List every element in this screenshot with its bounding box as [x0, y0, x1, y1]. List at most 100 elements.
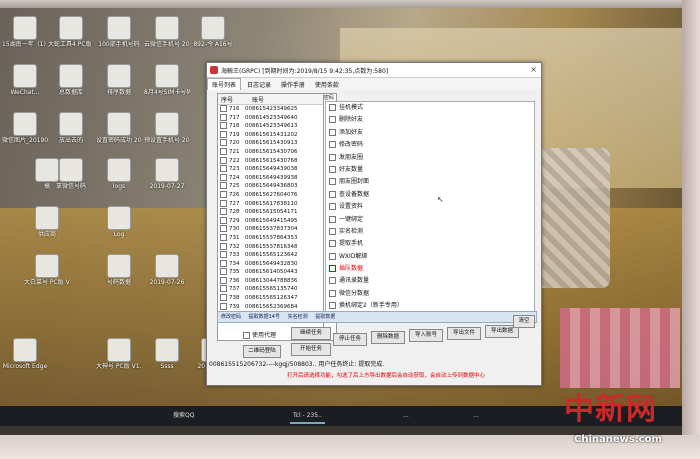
checkbox-icon[interactable]: [329, 128, 336, 136]
checkbox-icon[interactable]: [329, 265, 336, 273]
function-option[interactable]: 发朋友圈: [326, 152, 534, 164]
desktop-icon[interactable]: 号码数据: [96, 254, 142, 286]
table-row[interactable]: 725 008615649436803: [218, 182, 324, 191]
table-row[interactable]: 717 008614523349640: [218, 113, 324, 123]
table-row[interactable]: 722 008615615430768: [218, 156, 324, 166]
stop-task-button[interactable]: 停止任务: [333, 333, 367, 346]
function-option[interactable]: 删除好友: [326, 114, 534, 126]
table-row[interactable]: 734 008615649432830: [218, 259, 324, 269]
table-row[interactable]: 739 008615652369684: [218, 302, 324, 312]
clear-button[interactable]: 清空: [513, 315, 535, 328]
desktop-icon[interactable]: 排序数据: [96, 64, 142, 96]
table-row[interactable]: 735 008615614050443: [218, 268, 324, 277]
continue-task-button[interactable]: 继续任务: [291, 327, 331, 340]
checkbox-icon[interactable]: [220, 208, 227, 216]
checkbox-icon[interactable]: [329, 227, 336, 235]
tab-terms[interactable]: 使用条款: [311, 79, 343, 90]
function-option[interactable]: 插队数据: [326, 263, 534, 275]
desktop-icon[interactable]: 设置密码成功 2019-07-26: [96, 112, 142, 144]
checkbox-icon[interactable]: [220, 216, 227, 224]
desktop-icon[interactable]: 2019-07-26: [144, 254, 190, 286]
checkbox-icon[interactable]: [220, 147, 227, 155]
desktop-icon[interactable]: Log: [96, 206, 142, 238]
desktop-icon[interactable]: 892-今 A16号: [190, 16, 236, 48]
checkbox-icon[interactable]: [329, 277, 336, 285]
checkbox-icon[interactable]: [220, 173, 227, 181]
table-row[interactable]: 731 008615537864353: [218, 233, 324, 243]
function-list[interactable]: 挂机模式 删除好友 添加好友 修改密码 发朋友圈 好友数量 朋友圈封面 查设备数据 设置资料 一键…: [325, 101, 535, 315]
checkbox-icon[interactable]: [329, 289, 336, 297]
checkbox-icon[interactable]: [220, 130, 227, 138]
function-option[interactable]: 查设备数据: [326, 189, 534, 201]
checkbox-icon[interactable]: [220, 113, 227, 121]
desktop-icon[interactable]: WeChat...: [2, 64, 48, 96]
table-row[interactable]: 724 008615649439938: [218, 173, 324, 183]
function-option[interactable]: 好友数量: [326, 164, 534, 176]
checkbox-icon[interactable]: [329, 104, 336, 111]
checkbox-icon[interactable]: [220, 165, 227, 173]
desktop-icon[interactable]: 大白菜号 PC版 V1.7.2: [24, 254, 70, 286]
table-row[interactable]: 738 008615565126347: [218, 294, 324, 303]
checkbox-icon[interactable]: [220, 199, 227, 207]
checkbox-icon[interactable]: [220, 259, 227, 267]
checkbox-icon[interactable]: [220, 139, 227, 147]
close-icon[interactable]: ×: [530, 65, 537, 74]
table-row[interactable]: 729 008615649415495: [218, 216, 324, 226]
tab-log[interactable]: 日志记录: [243, 79, 275, 90]
desktop-icon[interactable]: 供应商: [24, 206, 70, 238]
table-row[interactable]: 718 008614523349613: [218, 122, 324, 131]
table-row[interactable]: 721 008615615430706: [218, 147, 324, 157]
checkbox-icon[interactable]: [329, 165, 336, 173]
checkbox-icon[interactable]: [329, 153, 336, 161]
account-list[interactable]: 序号 账号 716 008615423349625 717 0086145233496…: [217, 93, 325, 341]
tab-manual[interactable]: 操作手册: [277, 79, 309, 90]
desktop-icon[interactable]: 15湖南一年（1）: [2, 16, 48, 48]
table-row[interactable]: 733 008615565123642: [218, 251, 324, 260]
checkbox-icon[interactable]: [220, 294, 227, 302]
desktop-icon[interactable]: 微信图片_2019072...: [2, 112, 48, 144]
start-task-button[interactable]: 开始任务: [291, 343, 331, 356]
checkbox-icon[interactable]: [220, 105, 227, 112]
table-row[interactable]: 732 008615537816348: [218, 242, 324, 252]
checkbox-icon[interactable]: [220, 156, 227, 164]
desktop-icon[interactable]: 总数据库: [48, 64, 94, 96]
checkbox-icon[interactable]: [220, 242, 227, 250]
checkbox-icon[interactable]: [329, 203, 336, 211]
checkbox-icon[interactable]: [220, 251, 227, 259]
export-file-button[interactable]: 导出文件: [447, 327, 481, 340]
function-option[interactable]: 添加好友: [326, 127, 534, 139]
checkbox-icon[interactable]: [329, 141, 336, 149]
checkbox-icon[interactable]: [329, 302, 336, 310]
function-option[interactable]: 通讯录数量: [326, 275, 534, 287]
desktop-icon[interactable]: 大神号 PC版 V1.7.2: [96, 338, 142, 370]
checkbox-icon[interactable]: [220, 233, 227, 241]
checkbox-icon[interactable]: [329, 178, 336, 186]
checkbox-icon[interactable]: [329, 215, 336, 223]
checkbox-icon[interactable]: [329, 252, 336, 260]
desktop-icon[interactable]: 大蛇工具4 PC版 V1.7.2: [48, 16, 94, 48]
checkbox-icon[interactable]: [220, 268, 227, 276]
table-row[interactable]: 719 008615615431202: [218, 130, 324, 140]
desktop-icon[interactable]: 8月4号SIM卡号码: [144, 64, 190, 96]
table-row[interactable]: 727 008615617838110: [218, 199, 324, 209]
checkbox-icon[interactable]: [220, 276, 227, 284]
checkbox-icon[interactable]: [220, 190, 227, 198]
checkbox-icon[interactable]: [329, 240, 336, 248]
desktop-icon[interactable]: Microsoft Edge: [2, 338, 48, 370]
app-window[interactable]: 海鲸王(GRPC) [到期时间为:2019/8/15 9:42:35,点数为:5…: [206, 62, 542, 386]
taskbar-item[interactable]: Tcl - 235..: [290, 410, 325, 424]
qr-login-button[interactable]: 二维码登陆: [243, 345, 281, 358]
desktop-icon[interactable]: 2019-07-27: [144, 158, 190, 190]
function-option[interactable]: 挂机模式: [326, 102, 534, 114]
table-row[interactable]: 736 008613044788836: [218, 276, 324, 286]
function-option[interactable]: WXID解绑: [326, 251, 534, 263]
desktop-icon[interactable]: 云微信手机号 2019-07-: [144, 16, 190, 48]
window-titlebar[interactable]: 海鲸王(GRPC) [到期时间为:2019/8/15 9:42:35,点数为:5…: [207, 63, 541, 78]
checkbox-icon[interactable]: [220, 285, 227, 293]
table-row[interactable]: 730 008615537837304: [218, 225, 324, 234]
delete-data-button[interactable]: 删除数据: [371, 331, 405, 344]
desktop-icon[interactable]: logs: [96, 158, 142, 190]
checkbox-icon[interactable]: [329, 116, 336, 124]
import-account-button[interactable]: 导入账号: [409, 329, 443, 342]
function-option[interactable]: 设置资料: [326, 201, 534, 213]
